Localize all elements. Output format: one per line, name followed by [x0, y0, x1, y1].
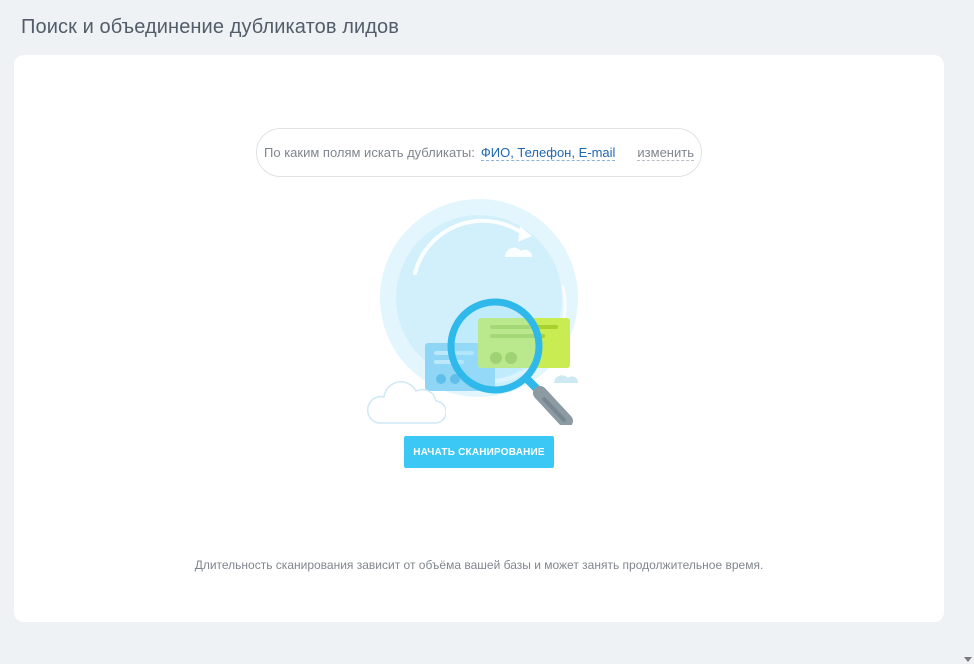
scan-card: По каким полям искать дубликаты: ФИО, Те…: [14, 55, 944, 622]
change-fields-link[interactable]: изменить: [637, 145, 694, 161]
search-fields-label: По каким полям искать дубликаты:: [264, 145, 475, 160]
cloud-small-bottom: [554, 375, 579, 383]
page: Поиск и объединение дубликатов лидов По …: [0, 0, 974, 664]
page-title: Поиск и объединение дубликатов лидов: [21, 16, 399, 38]
scan-duration-hint: Длительность сканирования зависит от объ…: [194, 558, 764, 572]
start-scan-button[interactable]: НАЧАТЬ СКАНИРОВАНИЕ: [404, 436, 554, 468]
scroll-down-arrow-icon[interactable]: [964, 655, 972, 663]
search-fields-selector: По каким полям искать дубликаты: ФИО, Те…: [256, 128, 702, 177]
search-fields-value-link[interactable]: ФИО, Телефон, E-mail: [480, 145, 616, 161]
cloud-outline-icon: [366, 381, 446, 424]
